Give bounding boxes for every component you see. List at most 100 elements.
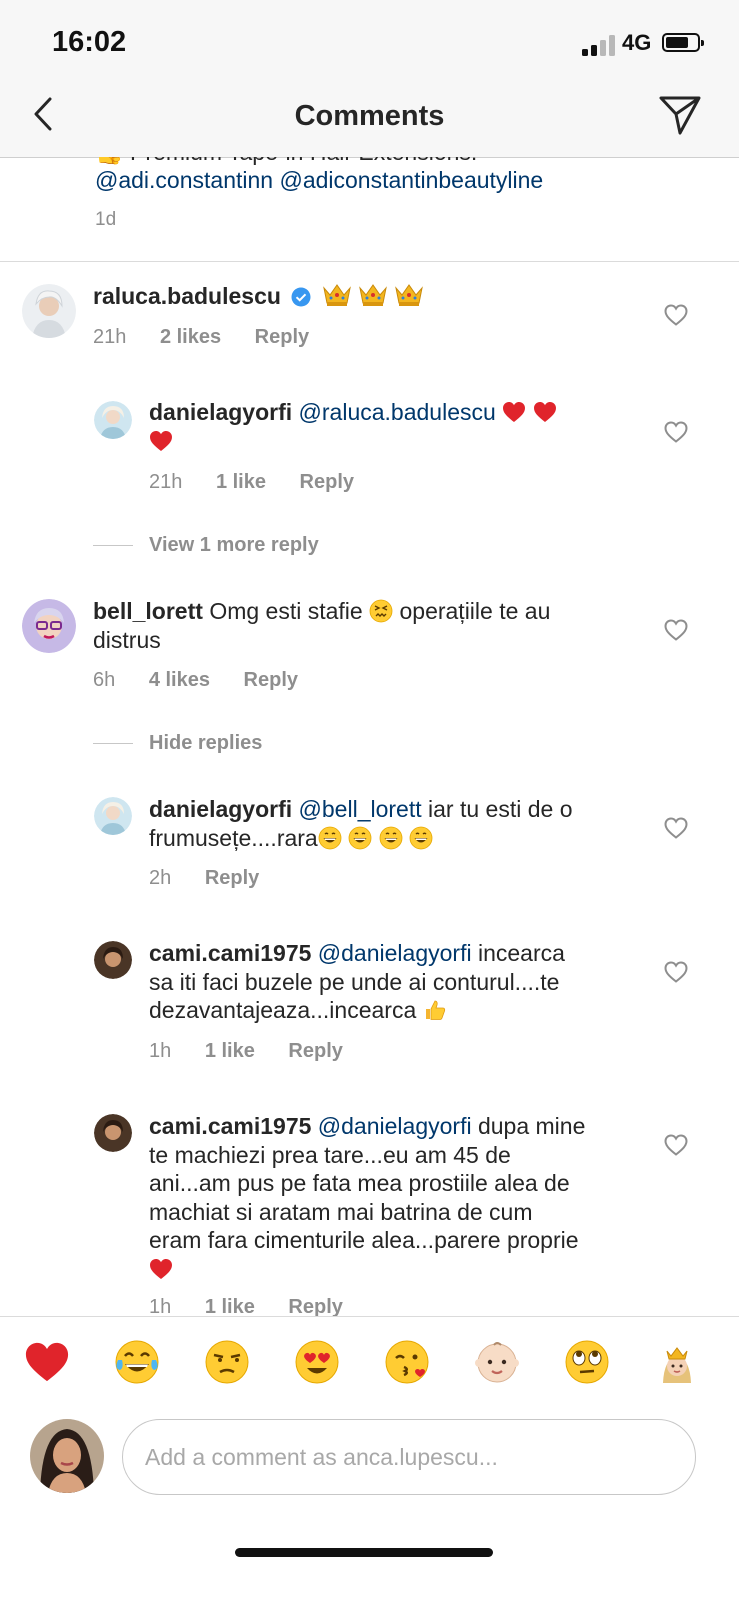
battery-icon xyxy=(662,33,704,52)
mention-link[interactable]: @raluca.badulescu xyxy=(299,399,496,425)
comment-text: frumusețe....rara xyxy=(149,824,318,851)
hide-replies-button[interactable]: Hide replies xyxy=(149,732,262,755)
current-user-avatar xyxy=(30,1419,104,1493)
like-heart-icon[interactable] xyxy=(664,619,688,641)
status-bar: 16:02 4G xyxy=(0,0,739,80)
red-heart-emoji-icon xyxy=(533,400,557,424)
comment-time: 2h xyxy=(149,867,172,889)
avatar[interactable] xyxy=(94,401,132,439)
comment-input[interactable] xyxy=(122,1419,696,1495)
home-indicator xyxy=(235,1548,493,1557)
comment-meta: 21h 1 like Reply xyxy=(149,471,382,494)
comment-time: 21h xyxy=(93,326,127,348)
avatar[interactable] xyxy=(22,599,76,653)
like-heart-icon[interactable] xyxy=(664,304,688,326)
comment-text: distrus xyxy=(93,626,161,653)
avatar[interactable] xyxy=(22,284,76,338)
mention-link[interactable]: @adi.constantinn xyxy=(95,167,273,193)
heart-eyes-emoji-icon[interactable] xyxy=(294,1339,340,1385)
comment-meta: 2h Reply xyxy=(149,867,287,890)
comment-text: Omg esti stafie xyxy=(209,598,363,624)
comment-time: 1h xyxy=(149,1296,172,1318)
like-heart-icon[interactable] xyxy=(664,421,688,443)
crown-emoji-icon xyxy=(322,282,352,308)
status-time: 16:02 xyxy=(52,26,127,58)
network-type: 4G xyxy=(622,30,652,55)
red-heart-emoji-icon xyxy=(502,400,526,424)
reply-button[interactable]: Reply xyxy=(288,1040,342,1062)
red-heart-emoji-icon xyxy=(149,429,173,453)
baby-emoji-icon[interactable] xyxy=(474,1339,520,1385)
comment-text: ani...am pus pe fata mea prostiile alea … xyxy=(149,1170,570,1196)
thread-line xyxy=(93,743,133,744)
comment-text: operațiile te au xyxy=(399,598,551,624)
reply-button[interactable]: Reply xyxy=(300,471,354,493)
thumbs-up-emoji-icon xyxy=(423,998,447,1022)
thread-line xyxy=(93,545,133,546)
reply-button[interactable]: Reply xyxy=(205,867,259,889)
comment-meta: 21h 2 likes Reply xyxy=(93,326,337,349)
comment-time: 21h xyxy=(149,471,183,493)
heart-emoji-icon[interactable] xyxy=(24,1339,70,1385)
confounded-face-emoji-icon xyxy=(369,599,393,623)
face-blowing-kiss-emoji-icon[interactable] xyxy=(384,1339,430,1385)
mention-link[interactable]: @adiconstantinbeautyline xyxy=(279,167,543,193)
comment-text: machiat si aratam mai batrina de cum xyxy=(149,1198,533,1225)
like-heart-icon[interactable] xyxy=(664,1134,688,1156)
comment-meta: 6h 4 likes Reply xyxy=(93,669,326,692)
direct-share-icon[interactable] xyxy=(658,94,702,136)
like-count[interactable]: 4 likes xyxy=(149,669,210,691)
red-heart-emoji-icon xyxy=(149,1257,173,1281)
mention-link[interactable]: @danielagyorfi xyxy=(318,940,472,966)
grinning-face-emoji-icon xyxy=(379,826,403,850)
grinning-face-emoji-icon xyxy=(318,826,342,850)
grinning-face-emoji-icon xyxy=(348,826,372,850)
quick-emoji-bar xyxy=(0,1316,739,1412)
comment-username[interactable]: raluca.badulescu xyxy=(93,283,281,309)
comment-text: dezavantajeaza...incearca xyxy=(149,997,417,1023)
mention-link[interactable]: @bell_lorett xyxy=(299,796,422,822)
post-caption: 👍 Premium Tape-in Hair Extensions: @adi.… xyxy=(0,157,739,262)
caption-timestamp: 1d xyxy=(95,209,117,230)
comment-text: incearca xyxy=(477,940,565,966)
like-count[interactable]: 2 likes xyxy=(160,326,221,348)
reply-button[interactable]: Reply xyxy=(255,326,309,348)
like-count[interactable]: 1 like xyxy=(205,1040,255,1062)
mention-link[interactable]: @danielagyorfi xyxy=(318,1113,472,1139)
unamused-face-emoji-icon[interactable] xyxy=(204,1339,250,1385)
comment-text: eram fara cimenturile alea...parere prop… xyxy=(149,1227,579,1253)
eye-roll-emoji-icon[interactable] xyxy=(564,1339,610,1385)
comment-meta: 1h 1 like Reply xyxy=(149,1040,371,1063)
page-title: Comments xyxy=(294,100,445,132)
verified-badge-icon xyxy=(291,287,311,307)
avatar[interactable] xyxy=(94,941,132,979)
comment-time: 1h xyxy=(149,1040,172,1062)
caption-mentions: @adi.constantinn @adiconstantinbeautylin… xyxy=(95,167,543,194)
like-heart-icon[interactable] xyxy=(664,817,688,839)
like-count[interactable]: 1 like xyxy=(216,471,266,493)
avatar[interactable] xyxy=(94,1114,132,1152)
comment-time: 6h xyxy=(93,669,116,691)
like-heart-icon[interactable] xyxy=(664,961,688,983)
comment-username[interactable]: danielagyorfi xyxy=(149,399,292,425)
comment-username[interactable]: cami.cami1975 xyxy=(149,1113,311,1139)
crown-emoji-icon xyxy=(394,282,424,308)
reply-button[interactable]: Reply xyxy=(288,1296,342,1318)
avatar[interactable] xyxy=(94,797,132,835)
like-count[interactable]: 1 like xyxy=(205,1296,255,1318)
comment-text: dupa mine xyxy=(477,1113,586,1139)
nav-bar: Comments xyxy=(0,80,739,158)
comment-username[interactable]: cami.cami1975 xyxy=(149,940,311,966)
cellular-signal-icon xyxy=(582,34,618,56)
reply-button[interactable]: Reply xyxy=(244,669,298,691)
view-more-replies-button[interactable]: View 1 more reply xyxy=(149,534,319,557)
comment-text: te machiezi prea tare...eu am 45 de xyxy=(149,1141,511,1168)
comment-composer xyxy=(0,1411,739,1600)
comment-username[interactable]: danielagyorfi xyxy=(149,796,292,822)
princess-emoji-icon[interactable] xyxy=(654,1339,700,1385)
comment-text: iar tu esti de o xyxy=(428,796,573,822)
comment-text: sa iti faci buzele pe unde ai conturul..… xyxy=(149,968,560,995)
comment-username[interactable]: bell_lorett xyxy=(93,598,203,624)
tears-of-joy-emoji-icon[interactable] xyxy=(114,1339,160,1385)
caption-text: 👍 Premium Tape-in Hair Extensions: xyxy=(95,157,477,166)
